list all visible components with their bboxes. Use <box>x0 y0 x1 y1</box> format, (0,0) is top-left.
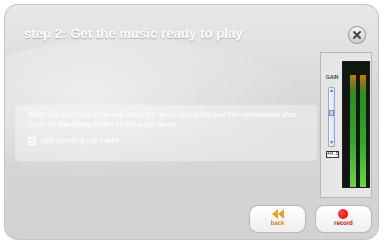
step-title: step 2: Get the music ready to play <box>24 26 243 41</box>
instruction-part-1: When you are ready to <box>28 112 101 119</box>
back-button-label: back <box>270 221 285 227</box>
left-channel-meter <box>350 74 356 187</box>
record-button[interactable]: record <box>315 205 372 233</box>
right-channel-meter <box>360 74 366 187</box>
record-dot-icon <box>338 209 348 219</box>
slider-up-arrow-icon[interactable]: ▲ <box>329 88 334 94</box>
instruction-record-word: record <box>100 112 123 119</box>
record-button-label: record <box>334 221 353 227</box>
split-tracks-label[interactable]: Split recording into tracks <box>40 138 119 145</box>
close-icon <box>353 31 361 39</box>
vu-meters <box>342 61 370 188</box>
gain-slider[interactable]: ▲ ▼ <box>328 87 335 147</box>
split-tracks-option[interactable]: Split recording into tracks <box>28 137 119 145</box>
back-button[interactable]: back <box>249 205 306 233</box>
gain-label: GAIN <box>326 75 339 81</box>
close-button[interactable] <box>348 26 366 44</box>
slider-down-arrow-icon[interactable]: ▼ <box>329 140 334 146</box>
gain-value-field[interactable]: +0.0 <box>326 151 339 158</box>
gain-slider-thumb[interactable] <box>329 109 334 116</box>
instruction-part-3: button on the audio device. <box>92 122 179 129</box>
rewind-icon <box>272 209 284 219</box>
split-tracks-checkbox[interactable] <box>28 137 36 145</box>
instruction-start-stop-word: Start/Stop <box>58 122 93 129</box>
instruction-text: When you are ready to record, press the … <box>28 111 310 131</box>
